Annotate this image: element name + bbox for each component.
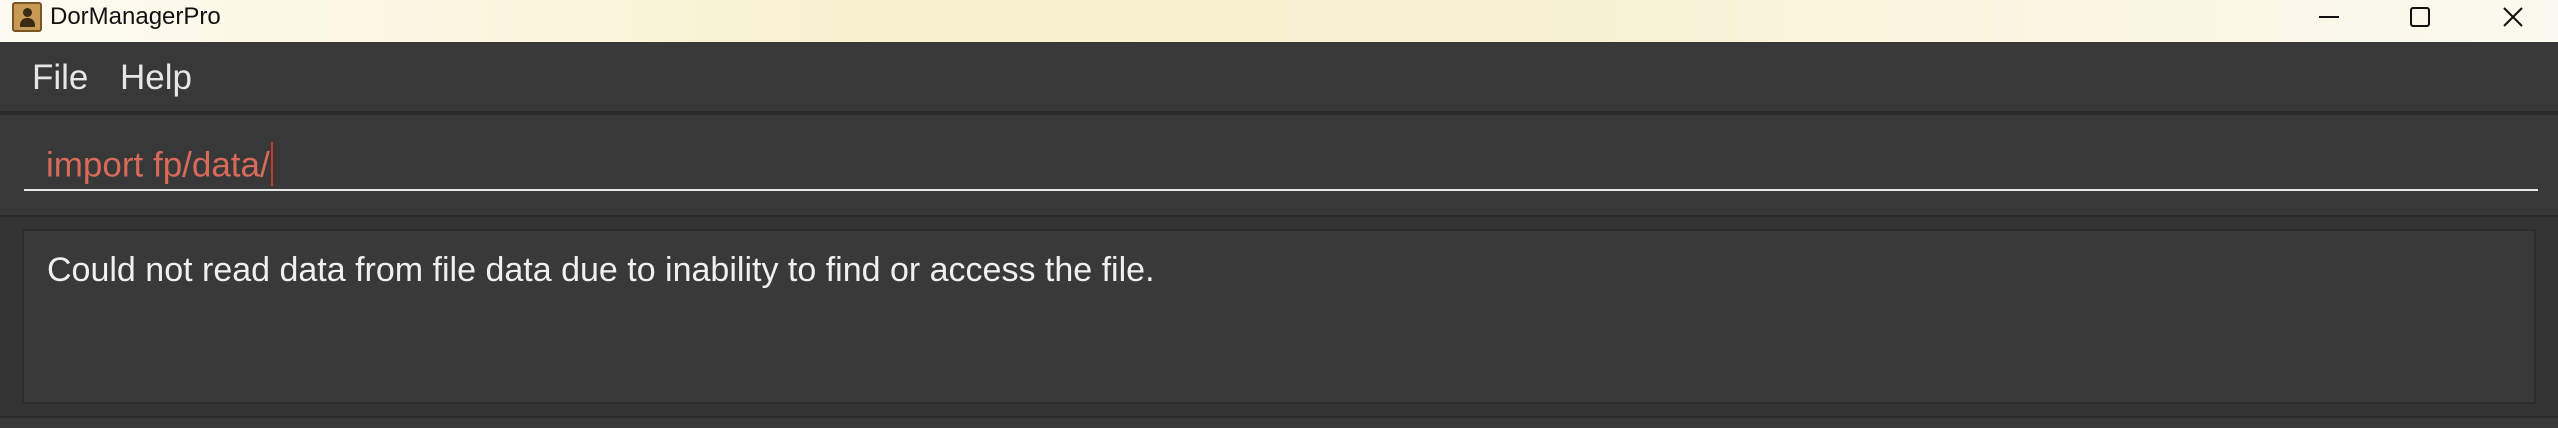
minimize-button[interactable]	[2282, 0, 2376, 34]
text-caret	[270, 142, 273, 186]
menu-bar: File Help	[0, 42, 2558, 113]
maximize-icon	[2410, 7, 2430, 27]
result-display[interactable]: Could not read data from file data due t…	[22, 229, 2536, 404]
menu-file[interactable]: File	[32, 58, 88, 98]
menu-help[interactable]: Help	[120, 58, 192, 98]
result-message: Could not read data from file data due t…	[47, 251, 1155, 289]
title-bar[interactable]: DorManagerPro	[0, 0, 2558, 42]
command-panel: import fp/data/	[0, 113, 2558, 215]
command-input[interactable]: import fp/data/	[24, 131, 2538, 191]
result-panel: Could not read data from file data due t…	[0, 215, 2558, 428]
command-value: import fp/data/	[46, 145, 270, 185]
command-text: import fp/data/	[46, 142, 273, 189]
minimize-icon	[2319, 16, 2339, 18]
status-strip	[0, 416, 2558, 428]
contacts-book-icon	[12, 2, 42, 32]
close-icon	[2503, 7, 2523, 27]
maximize-button[interactable]	[2373, 0, 2467, 34]
close-button[interactable]	[2466, 0, 2558, 34]
window-title: DorManagerPro	[50, 3, 221, 30]
